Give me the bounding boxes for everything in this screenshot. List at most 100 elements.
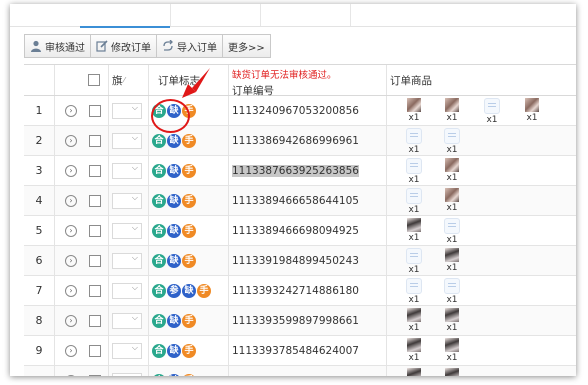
goods-item[interactable]: x1 <box>404 338 424 364</box>
flag-dropdown[interactable] <box>112 192 142 209</box>
flag-dropdown[interactable] <box>112 282 142 299</box>
row-checkbox[interactable] <box>88 276 102 305</box>
goods-item[interactable] <box>404 368 424 376</box>
order-panel: 审核通过 修改订单 导入订单 更多>> 旗 ⁄ 订单标志 订单编号 缺货订单无法审… <box>10 4 576 376</box>
goods-item[interactable]: x1 <box>404 248 424 275</box>
goods-item[interactable]: x1 <box>404 188 424 215</box>
tag-badge-shou: 手 <box>182 373 196 376</box>
flag-dropdown[interactable] <box>112 372 142 376</box>
expand-row-button[interactable]: › <box>62 306 80 335</box>
table-row[interactable]: 4 › 合缺手 1113389466658644105 x1 x1 <box>24 186 576 216</box>
goods-item[interactable]: x1 <box>442 98 462 124</box>
table-row[interactable]: 2 › 合缺手 1113386942686996961 x1 x1 <box>24 126 576 156</box>
order-number[interactable]: 1113391984899450243 <box>232 246 382 275</box>
table-row[interactable]: 3 › 合缺手 1113387663925263856 x1 x1 <box>24 156 576 186</box>
flag-select[interactable] <box>112 156 144 185</box>
row-checkbox[interactable] <box>88 306 102 335</box>
select-all-checkbox[interactable] <box>88 65 100 95</box>
goods-column-header[interactable]: 订单商品 <box>390 65 432 95</box>
edit-order-button[interactable]: 修改订单 <box>90 34 157 58</box>
flag-select[interactable] <box>112 336 144 365</box>
table-row[interactable]: 5 › 合缺手 1113389466698094925 x1 x1 <box>24 216 576 246</box>
goods-item[interactable] <box>442 368 462 376</box>
expand-row-button[interactable]: › <box>62 96 80 125</box>
flag-dropdown[interactable] <box>112 132 142 149</box>
row-checkbox[interactable] <box>88 186 102 215</box>
column-divider <box>386 276 387 305</box>
flag-select[interactable] <box>112 216 144 245</box>
goods-item[interactable]: x1 <box>404 308 424 334</box>
order-number[interactable]: 1113393599897998661 <box>232 306 382 335</box>
order-number[interactable]: 1113389466698094925 <box>232 216 382 245</box>
more-button[interactable]: 更多>> <box>222 34 271 58</box>
goods-thumbnail <box>407 368 421 376</box>
flag-select[interactable] <box>112 246 144 275</box>
goods-item[interactable]: x1 <box>442 278 462 305</box>
goods-item[interactable]: x1 <box>482 98 502 125</box>
goods-item[interactable]: x1 <box>442 338 462 364</box>
flag-dropdown[interactable] <box>112 102 142 119</box>
order-tags: 合缺手 <box>152 336 222 365</box>
expand-row-button[interactable]: › <box>62 276 80 305</box>
goods-item[interactable]: x1 <box>404 158 424 185</box>
goods-item[interactable]: x1 <box>404 218 424 244</box>
goods-item[interactable]: x1 <box>442 188 462 214</box>
row-checkbox[interactable] <box>88 216 102 245</box>
flag-select[interactable] <box>112 186 144 215</box>
order-number[interactable] <box>232 366 382 376</box>
flag-column-header[interactable]: 旗 ⁄ <box>112 65 125 95</box>
tab-divider <box>350 4 351 26</box>
row-checkbox[interactable] <box>88 156 102 185</box>
flag-select[interactable] <box>112 126 144 155</box>
expand-row-button[interactable]: › <box>62 216 80 245</box>
flag-select[interactable] <box>112 96 144 125</box>
table-row[interactable]: 8 › 合缺手 1113393599897998661 x1 x1 <box>24 306 576 336</box>
flag-dropdown[interactable] <box>112 252 142 269</box>
flag-dropdown[interactable] <box>112 222 142 239</box>
flag-dropdown[interactable] <box>112 342 142 359</box>
goods-item[interactable]: x1 <box>404 128 424 155</box>
goods-item[interactable]: x1 <box>404 278 424 305</box>
expand-row-button[interactable]: › <box>62 156 80 185</box>
row-checkbox[interactable] <box>88 246 102 275</box>
expand-row-button[interactable]: › <box>62 186 80 215</box>
row-checkbox[interactable] <box>88 126 102 155</box>
goods-item[interactable]: x1 <box>404 98 424 124</box>
column-divider <box>148 186 149 215</box>
order-number[interactable]: 1113387663925263856 <box>232 156 382 185</box>
table-row[interactable]: 1›合缺手1113240967053200856 x1 x1 x1 x1 <box>24 96 576 126</box>
goods-item[interactable]: x1 <box>442 248 462 274</box>
flag-select[interactable] <box>112 306 144 335</box>
row-checkbox[interactable] <box>88 366 102 376</box>
order-number[interactable]: 1113386942686996961 <box>232 126 382 155</box>
goods-item[interactable]: x1 <box>442 128 462 155</box>
expand-row-button[interactable]: › <box>62 126 80 155</box>
goods-item[interactable]: x1 <box>442 218 462 245</box>
flag-dropdown[interactable] <box>112 162 142 179</box>
import-order-button[interactable]: 导入订单 <box>156 34 223 58</box>
goods-item[interactable]: x1 <box>442 308 462 334</box>
order-number[interactable]: 1113393785484624007 <box>232 336 382 365</box>
flag-select[interactable] <box>112 366 144 376</box>
row-checkbox[interactable] <box>88 96 102 125</box>
row-number: 7 <box>35 284 43 297</box>
goods-item[interactable]: x1 <box>442 158 462 184</box>
flag-select[interactable] <box>112 276 144 305</box>
table-row[interactable]: 9 › 合缺手 1113393785484624007 x1 x1 <box>24 336 576 366</box>
row-checkbox[interactable] <box>88 336 102 365</box>
expand-row-button[interactable]: › <box>62 246 80 275</box>
chevron-right-icon: › <box>65 164 77 177</box>
table-row[interactable]: › 合缺手 <box>24 366 576 376</box>
order-number[interactable]: 1113240967053200856 <box>232 96 382 125</box>
active-tab-indicator[interactable] <box>80 4 170 28</box>
flag-dropdown[interactable] <box>112 312 142 329</box>
goods-item[interactable]: x1 <box>522 98 542 124</box>
table-row[interactable]: 7 › 合参缺手 1113393242714886180 x1 x1 <box>24 276 576 306</box>
goods-quantity: x1 <box>408 113 420 123</box>
approve-button[interactable]: 审核通过 <box>24 34 91 58</box>
order-number[interactable]: 1113393242714886180 <box>232 276 382 305</box>
expand-row-button[interactable]: › <box>62 366 80 376</box>
expand-row-button[interactable]: › <box>62 336 80 365</box>
order-number[interactable]: 1113389466658644105 <box>232 186 382 215</box>
table-row[interactable]: 6 › 合缺手 1113391984899450243 x1 x1 <box>24 246 576 276</box>
